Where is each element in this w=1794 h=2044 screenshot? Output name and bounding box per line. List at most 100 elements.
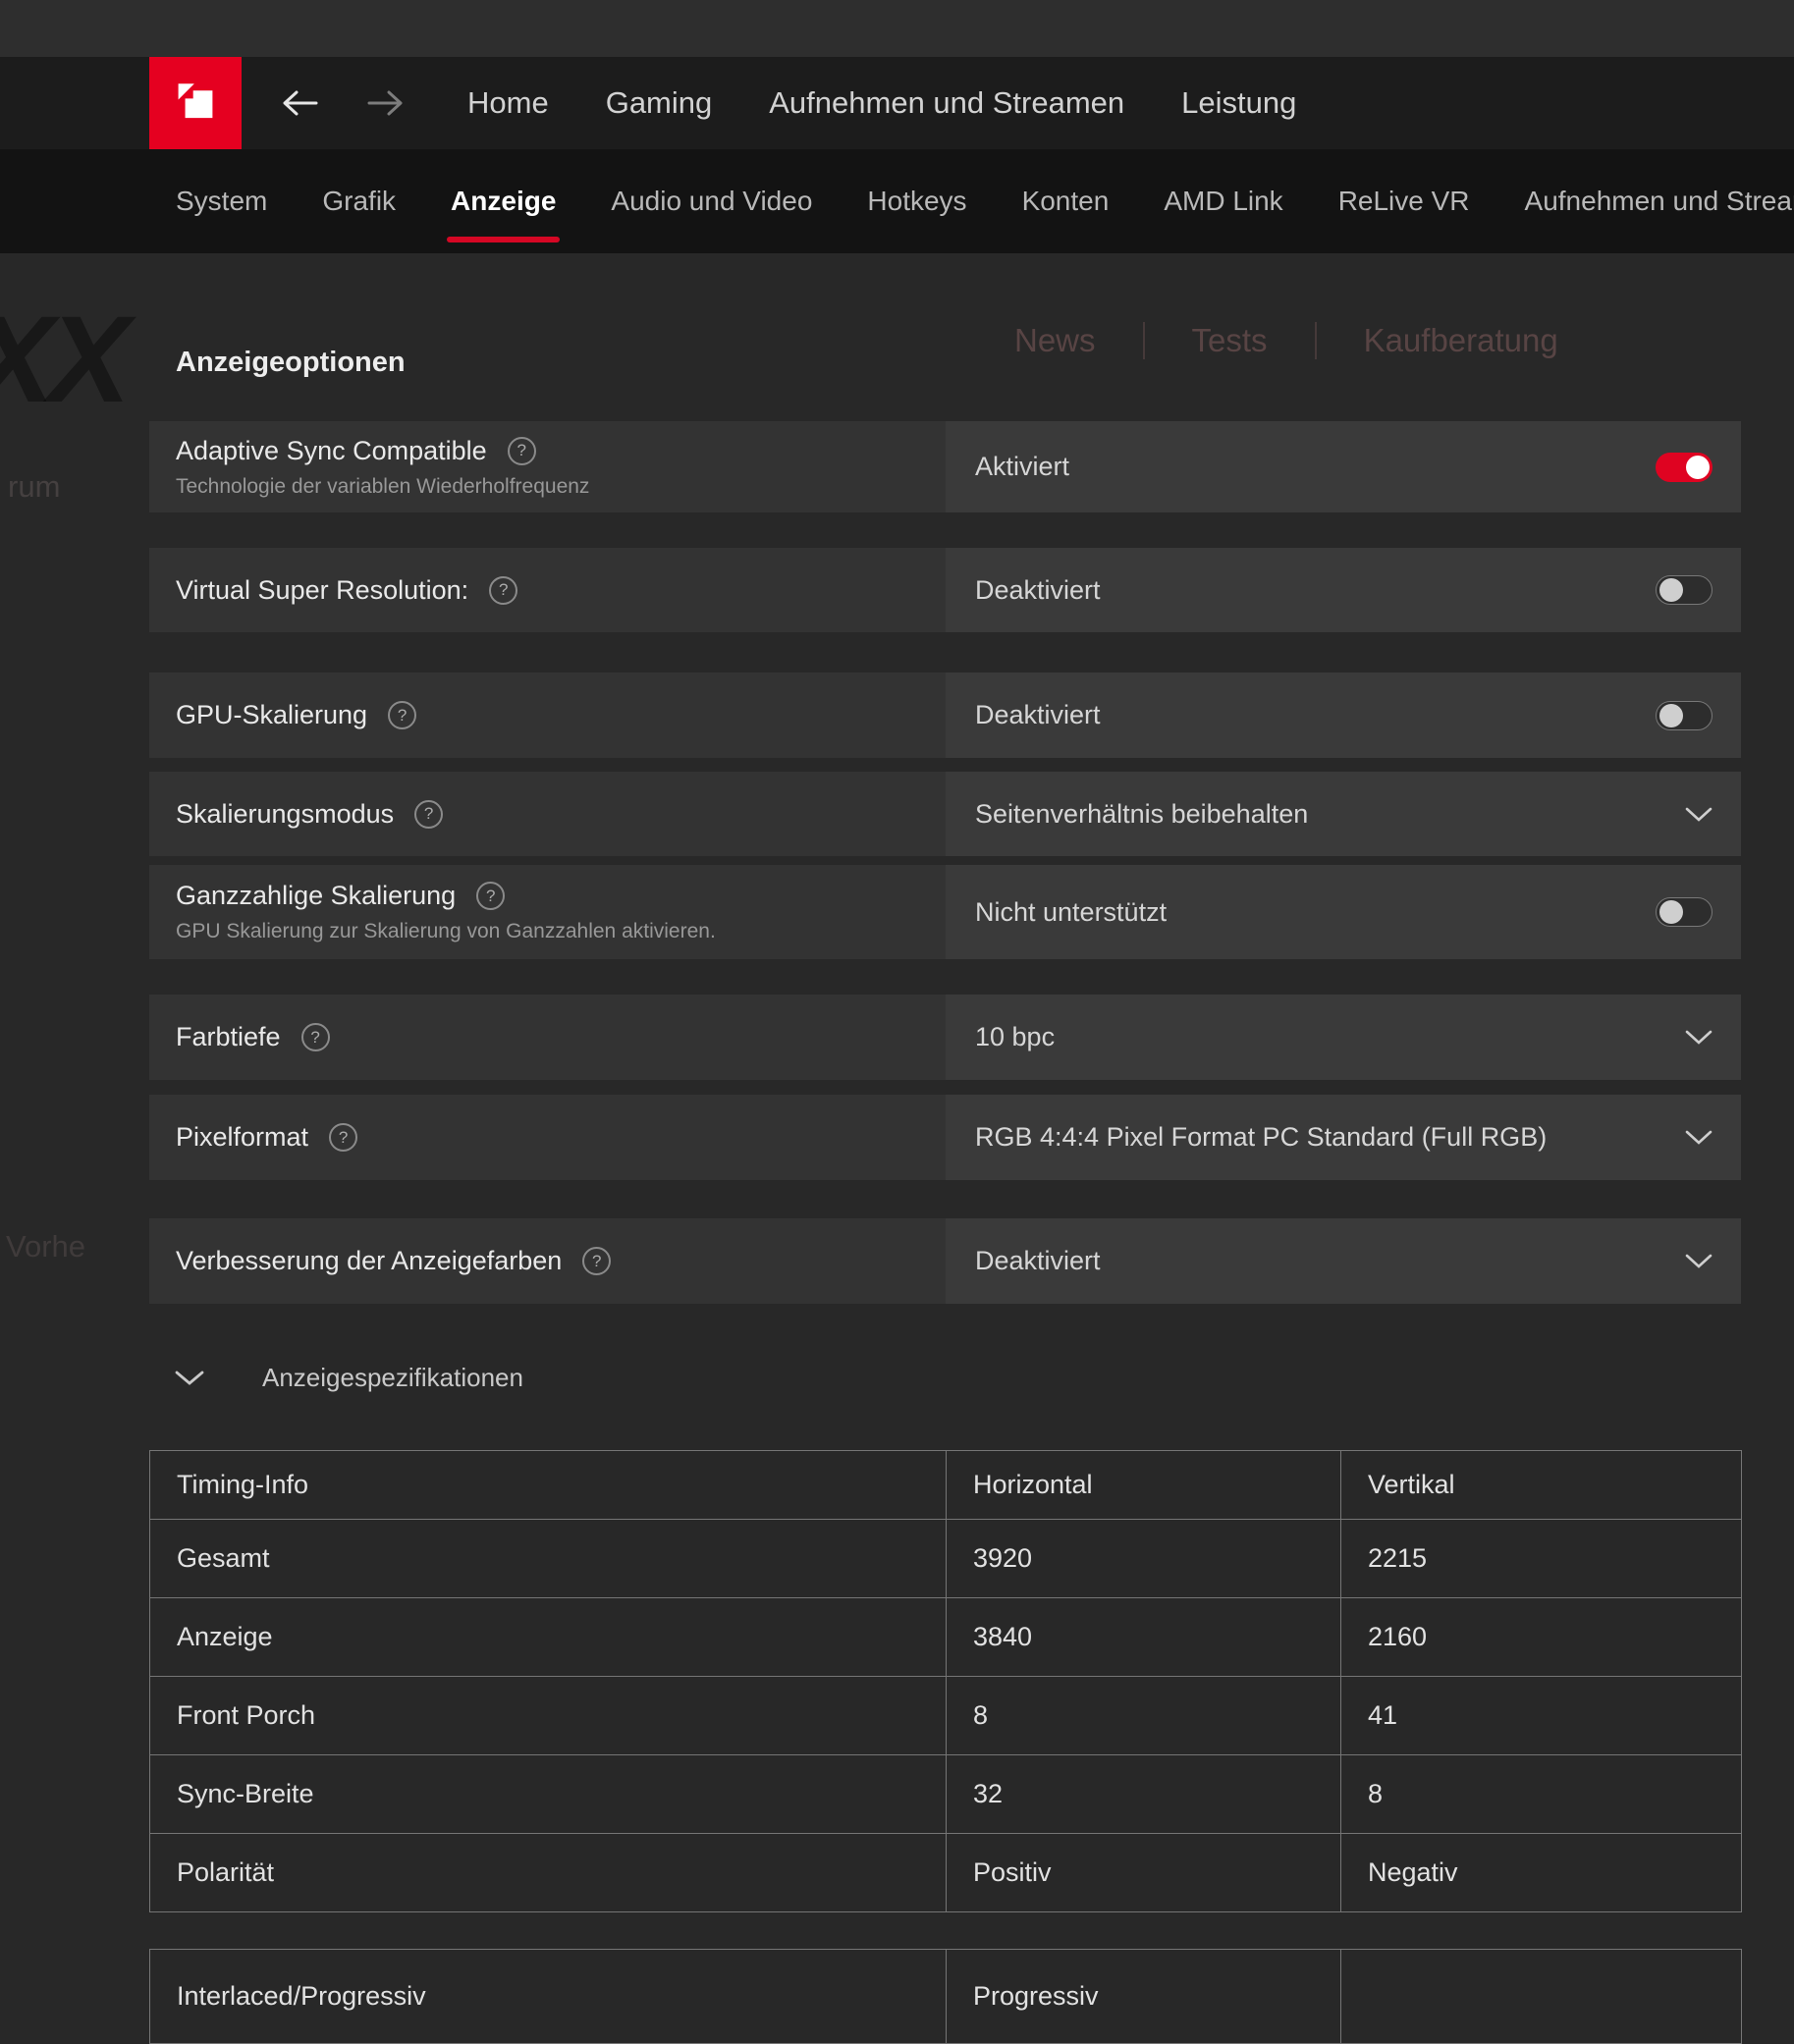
setting-row-scaling-mode: Skalierungsmodus Seitenverhältnis beibeh… [149,772,1741,856]
toggle-switch[interactable] [1656,897,1712,927]
setting-label: Ganzzahlige Skalierung [176,881,457,910]
setting-row-vsr: Virtual Super Resolution: Deaktiviert [149,548,1741,632]
toggle-switch[interactable] [1656,700,1712,730]
tab-audio-video[interactable]: Audio und Video [611,149,812,253]
setting-value: Deaktiviert [975,574,1101,605]
tab-grafik[interactable]: Grafik [322,149,396,253]
toggle-knob [1659,900,1683,924]
help-icon[interactable] [476,882,506,910]
chevron-down-icon[interactable] [1685,1029,1712,1046]
table-cell: 32 [946,1754,1341,1834]
nav-item-gaming[interactable]: Gaming [606,85,713,121]
tab-hotkeys[interactable]: Hotkeys [867,149,966,253]
setting-sublabel: Technologie der variablen Wiederholfrequ… [176,474,590,498]
setting-label: Pixelformat [176,1122,309,1152]
table-cell: 2215 [1340,1519,1742,1598]
table-cell: Anzeige [149,1597,947,1677]
table-cell: 2160 [1340,1597,1742,1677]
table-cell: Front Porch [149,1676,947,1755]
table-cell: Negativ [1340,1833,1742,1912]
toggle-knob [1659,578,1683,602]
setting-label: GPU-Skalierung [176,700,368,729]
help-icon[interactable] [388,701,417,729]
setting-row-pixel-format: Pixelformat RGB 4:4:4 Pixel Format PC St… [149,1095,1741,1180]
setting-sublabel: GPU Skalierung zur Skalierung von Ganzza… [176,920,716,942]
window-top-strip [0,0,1794,57]
help-icon[interactable] [582,1247,612,1275]
table-cell: 41 [1340,1676,1742,1755]
setting-label: Virtual Super Resolution: [176,574,469,605]
dropdown[interactable]: Deaktiviert [946,1218,1741,1304]
dropdown-selected-value: Deaktiviert [975,1246,1101,1275]
setting-row-gpu-scaling: GPU-Skalierung Deaktiviert [149,672,1741,758]
chevron-down-icon[interactable] [1685,1253,1712,1269]
dropdown[interactable]: RGB 4:4:4 Pixel Format PC Standard (Full… [946,1095,1741,1180]
setting-row-color-depth: Farbtiefe 10 bpc [149,995,1741,1080]
main-navigation: Home Gaming Aufnehmen und Streamen Leist… [467,85,1296,121]
dropdown-selected-value: RGB 4:4:4 Pixel Format PC Standard (Full… [975,1122,1548,1152]
table-cell: 8 [1340,1754,1742,1834]
table-cell: 3920 [946,1519,1341,1598]
dropdown[interactable]: Seitenverhältnis beibehalten [946,772,1741,856]
display-specs-section-header[interactable]: Anzeigespezifikationen [174,1363,1741,1393]
background-text-fragment: Vorhe [6,1229,86,1264]
table-cell: Sync-Breite [149,1754,947,1834]
dropdown-selected-value: 10 bpc [975,1022,1056,1051]
table-cell: 3840 [946,1597,1341,1677]
amd-logo [149,57,242,149]
setting-value: Deaktiviert [975,700,1101,729]
help-icon[interactable] [489,575,518,605]
table-row: Front Porch 8 41 [149,1676,1742,1755]
background-text-fragment: rum [8,469,61,504]
setting-label: Verbesserung der Anzeigefarben [176,1246,563,1275]
setting-label: Adaptive Sync Compatible [176,435,487,465]
table-row: Sync-Breite 32 8 [149,1754,1742,1834]
specs-section-label: Anzeigespezifikationen [262,1363,523,1392]
table-cell: Gesamt [149,1519,947,1598]
settings-tab-bar: System Grafik Anzeige Audio und Video Ho… [0,149,1794,253]
background-site-logo: XX [0,292,131,428]
table-header-cell: Horizontal [946,1450,1341,1520]
toggle-switch[interactable] [1656,575,1712,605]
tab-konten[interactable]: Konten [1022,149,1110,253]
display-settings-panel: Anzeigeoptionen Adaptive Sync Compatible… [149,253,1742,2044]
help-icon[interactable] [414,799,444,829]
nav-item-home[interactable]: Home [467,85,549,121]
tab-relive-vr[interactable]: ReLive VR [1338,149,1470,253]
tab-anzeige[interactable]: Anzeige [447,149,561,253]
timing-info-table: Timing-Info Horizontal Vertikal Gesamt 3… [149,1450,1742,1912]
dropdown[interactable]: 10 bpc [946,995,1741,1080]
help-icon[interactable] [329,1123,358,1152]
setting-row-color-enhancement: Verbesserung der Anzeigefarben Deaktivie… [149,1218,1741,1304]
chevron-down-icon[interactable] [1685,806,1712,823]
dropdown-selected-value: Seitenverhältnis beibehalten [975,798,1309,829]
table-row: Polarität Positiv Negativ [149,1833,1742,1912]
setting-value: Nicht unterstützt [975,896,1168,927]
forward-arrow-icon[interactable] [365,88,407,118]
table-cell [1340,1949,1742,2044]
help-icon[interactable] [300,1023,330,1051]
table-row: Gesamt 3920 2215 [149,1519,1742,1598]
setting-label: Skalierungsmodus [176,798,395,829]
table-cell: Interlaced/Progressiv [149,1949,947,2044]
table-cell: Positiv [946,1833,1341,1912]
chevron-down-icon[interactable] [174,1369,205,1387]
setting-row-integer-scaling: Ganzzahlige Skalierung GPU Skalierung zu… [149,865,1741,959]
table-cell: Polarität [149,1833,947,1912]
tab-amd-link[interactable]: AMD Link [1164,149,1282,253]
tab-system[interactable]: System [176,149,267,253]
back-arrow-icon[interactable] [279,88,320,118]
nav-item-performance[interactable]: Leistung [1181,85,1296,121]
amd-arrow-mark [178,83,213,119]
help-icon[interactable] [507,436,536,465]
setting-value: Aktiviert [975,452,1070,481]
chevron-down-icon[interactable] [1685,1129,1712,1146]
table-header-cell: Timing-Info [149,1450,947,1520]
table-header-row: Timing-Info Horizontal Vertikal [149,1450,1742,1520]
table-cell: Progressiv [946,1949,1341,2044]
nav-item-record-stream[interactable]: Aufnehmen und Streamen [769,85,1124,121]
toggle-knob [1686,455,1710,479]
toggle-switch[interactable] [1656,452,1712,482]
tab-aufnehmen[interactable]: Aufnehmen und Streamen [1525,149,1794,253]
table-header-cell: Vertikal [1340,1450,1742,1520]
